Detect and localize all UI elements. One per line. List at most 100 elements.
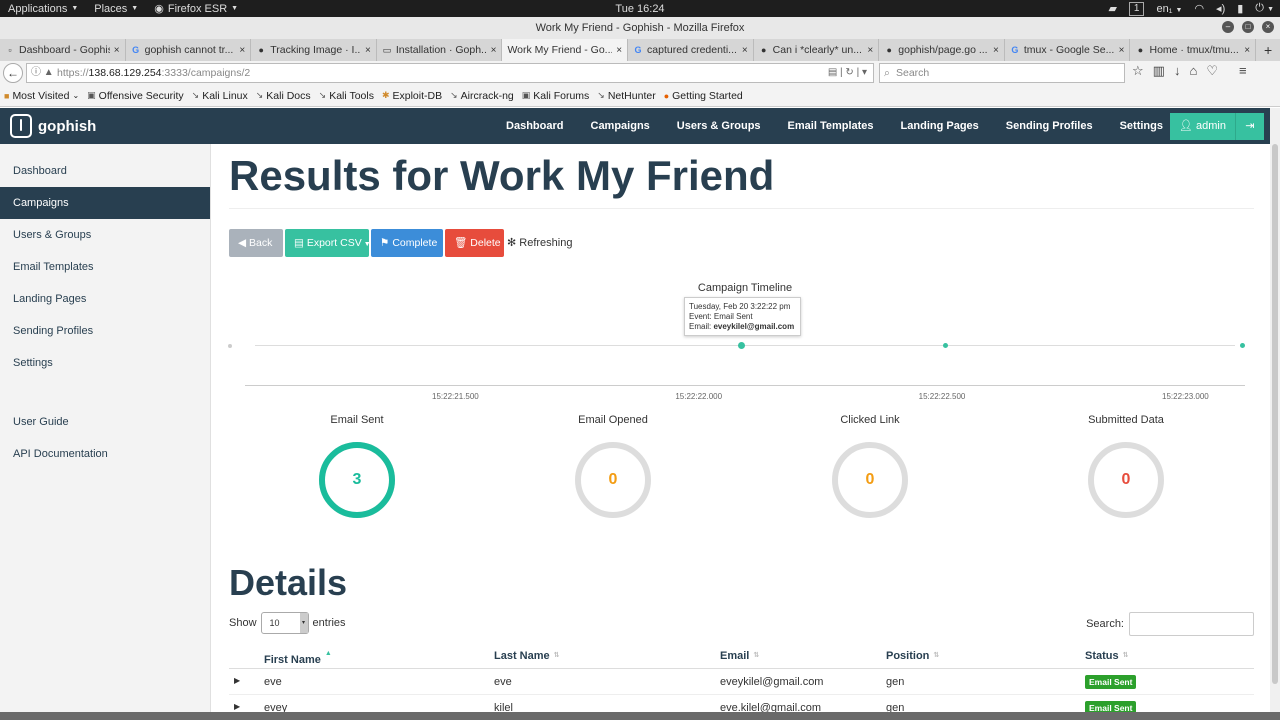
column-status[interactable]: Status ⇅ xyxy=(1085,650,1129,662)
keyboard-layout[interactable]: en₁ ▼ xyxy=(1156,3,1182,15)
expand-row-icon[interactable]: ▶ xyxy=(234,676,240,685)
reader-view-icon[interactable]: ▤ xyxy=(828,67,837,78)
browser-tab[interactable]: ▫ Dashboard - Gophish × xyxy=(0,39,126,61)
table-row[interactable]: ▶ eve eve eveykilel@gmail.com gen Email … xyxy=(229,669,1254,695)
sidebar-item-dashboard[interactable]: Dashboard xyxy=(0,155,210,187)
horizontal-scrollbar[interactable] xyxy=(0,712,1280,720)
tab-close-icon[interactable]: × xyxy=(616,45,622,56)
delete-button[interactable]: 🗑︎ Delete xyxy=(445,229,504,257)
nav-campaigns[interactable]: Campaigns xyxy=(591,120,650,132)
tab-close-icon[interactable]: × xyxy=(1119,45,1125,56)
browser-tab[interactable]: ● Home · tmux/tmu... × xyxy=(1130,39,1257,61)
admin-button[interactable]: 👤︎ admin xyxy=(1170,112,1235,140)
applications-menu[interactable]: Applications ▼ xyxy=(0,0,86,17)
browser-tab[interactable]: Gtmux - Google Se... × xyxy=(1005,39,1131,61)
timeline-event-point[interactable] xyxy=(942,343,948,348)
tab-close-icon[interactable]: × xyxy=(365,45,371,56)
tab-close-icon[interactable]: × xyxy=(742,45,748,56)
browser-tab[interactable]: ● gophish/page.go ... × xyxy=(879,39,1005,61)
video-icon[interactable]: ▰ xyxy=(1108,2,1116,15)
keyboard-layout-label: en₁ xyxy=(1156,2,1173,15)
export-csv-button[interactable]: ▤ Export CSV ▼ xyxy=(285,229,371,257)
sidebar-item-campaigns[interactable]: Campaigns xyxy=(0,187,210,219)
vertical-scrollbar[interactable] xyxy=(1270,108,1280,712)
search-bar[interactable]: ⌕ Search xyxy=(879,63,1125,83)
sidebar-item-settings[interactable]: Settings xyxy=(0,347,210,379)
new-tab-button[interactable]: + xyxy=(1256,39,1280,61)
bookmark-kali-forums[interactable]: ▣ Kali Forums xyxy=(522,90,590,102)
tab-close-icon[interactable]: × xyxy=(867,45,873,56)
browser-tab[interactable]: ● Tracking Image · I... × xyxy=(251,39,377,61)
bookmark-getting-started[interactable]: ● Getting Started xyxy=(664,90,743,102)
reload-icon[interactable]: ↻ xyxy=(845,67,853,78)
search-label: Search: xyxy=(1086,618,1124,630)
wifi-icon[interactable]: ◠ xyxy=(1194,2,1204,15)
timeline-event-point[interactable] xyxy=(737,342,745,349)
firefox-app-menu[interactable]: ◉ Firefox ESR ▼ xyxy=(146,0,246,17)
nav-landing-pages[interactable]: Landing Pages xyxy=(901,120,979,132)
nav-email-templates[interactable]: Email Templates xyxy=(788,120,874,132)
nav-users-groups[interactable]: Users & Groups xyxy=(677,120,761,132)
bookmark-nethunter[interactable]: ↘ NetHunter xyxy=(597,90,655,102)
bookmark-exploit-db[interactable]: ✱ Exploit-DB xyxy=(382,90,442,102)
hamburger-menu-icon[interactable]: ≡ xyxy=(1239,63,1247,79)
bookmark-kali-docs[interactable]: ↘ Kali Docs xyxy=(256,90,311,102)
timeline-tick-label: 15:22:22.000 xyxy=(675,392,723,401)
pocket-icon[interactable]: ♡ xyxy=(1206,63,1218,79)
column-first-name[interactable]: First Name▲ xyxy=(264,650,332,666)
url-bar[interactable]: ⓘ ▲ https://138.68.129.254:3333/campaign… xyxy=(26,63,874,83)
bookmark-star-icon[interactable]: ☆ xyxy=(1132,63,1144,79)
tab-close-icon[interactable]: × xyxy=(1244,45,1250,56)
expand-row-icon[interactable]: ▶ xyxy=(234,702,240,711)
sidebar-item-api-documentation[interactable]: API Documentation xyxy=(0,438,210,470)
entries-select[interactable]: 10 ▾ xyxy=(260,612,309,634)
workspace-indicator[interactable]: 1 xyxy=(1128,1,1145,16)
browser-tab-active[interactable]: Work My Friend - Go... × xyxy=(502,39,629,61)
home-icon[interactable]: ⌂ xyxy=(1189,63,1197,79)
sidebar-item-landing-pages[interactable]: Landing Pages xyxy=(0,283,210,315)
site-info-icon[interactable]: ⓘ ▲ xyxy=(31,64,54,82)
browser-tab[interactable]: Ggophish cannot tr... × xyxy=(126,39,252,61)
maximize-icon[interactable]: □ xyxy=(1242,21,1254,33)
tab-close-icon[interactable]: × xyxy=(993,45,999,56)
bookmark-offensive-security[interactable]: ▣ Offensive Security xyxy=(87,90,184,102)
tab-close-icon[interactable]: × xyxy=(114,45,120,56)
browser-tab[interactable]: ▭ Installation · Goph... × xyxy=(377,39,503,61)
dropdown-icon[interactable]: ▾ xyxy=(862,67,867,78)
column-position[interactable]: Position ⇅ xyxy=(886,650,939,662)
places-menu[interactable]: Places ▼ xyxy=(86,0,146,17)
download-icon[interactable]: ↓ xyxy=(1174,63,1181,79)
bookmark-kali-linux[interactable]: ↘ Kali Linux xyxy=(192,90,248,102)
nav-settings[interactable]: Settings xyxy=(1120,120,1163,132)
gophish-brand[interactable]: gophish xyxy=(10,114,96,138)
tab-close-icon[interactable]: × xyxy=(491,45,497,56)
table-search-input[interactable] xyxy=(1129,612,1254,636)
browser-tab[interactable]: ● Can i *clearly* un... × xyxy=(754,39,880,61)
back-arrow-icon[interactable]: ← xyxy=(3,63,23,83)
nav-sending-profiles[interactable]: Sending Profiles xyxy=(1006,120,1093,132)
column-last-name[interactable]: Last Name ⇅ xyxy=(494,650,560,662)
complete-button[interactable]: ⚑ Complete xyxy=(371,229,443,257)
nav-dashboard[interactable]: Dashboard xyxy=(506,120,563,132)
bookmark-kali-tools[interactable]: ↘ Kali Tools xyxy=(319,90,374,102)
sidebar-item-users-groups[interactable]: Users & Groups xyxy=(0,219,210,251)
tab-close-icon[interactable]: × xyxy=(239,45,245,56)
column-email[interactable]: Email ⇅ xyxy=(720,650,759,662)
sidebar-item-sending-profiles[interactable]: Sending Profiles xyxy=(0,315,210,347)
battery-icon[interactable]: ▮ xyxy=(1237,2,1243,15)
volume-icon[interactable]: ◂) xyxy=(1216,2,1225,15)
scrollbar-thumb[interactable] xyxy=(1272,144,1278,684)
sidebar-item-user-guide[interactable]: User Guide xyxy=(0,406,210,438)
sidebar-item-email-templates[interactable]: Email Templates xyxy=(0,251,210,283)
browser-tab[interactable]: Gcaptured credenti... × xyxy=(628,39,754,61)
logout-icon[interactable]: ⇥ xyxy=(1235,112,1264,140)
power-icon[interactable]: ⏻ ▼ xyxy=(1255,2,1274,15)
back-button[interactable]: ◀ Back xyxy=(229,229,283,257)
timeline-event-point[interactable] xyxy=(1239,343,1245,348)
library-icon[interactable]: ▥ xyxy=(1153,63,1165,79)
minimize-icon[interactable]: – xyxy=(1222,21,1234,33)
donut-chart: 0 xyxy=(573,440,653,520)
close-icon[interactable]: × xyxy=(1262,21,1274,33)
bookmark-most-visited[interactable]: ■ Most Visited ⌄ xyxy=(4,90,79,102)
bookmark-aircrack-ng[interactable]: ↘ Aircrack-ng xyxy=(450,90,514,102)
